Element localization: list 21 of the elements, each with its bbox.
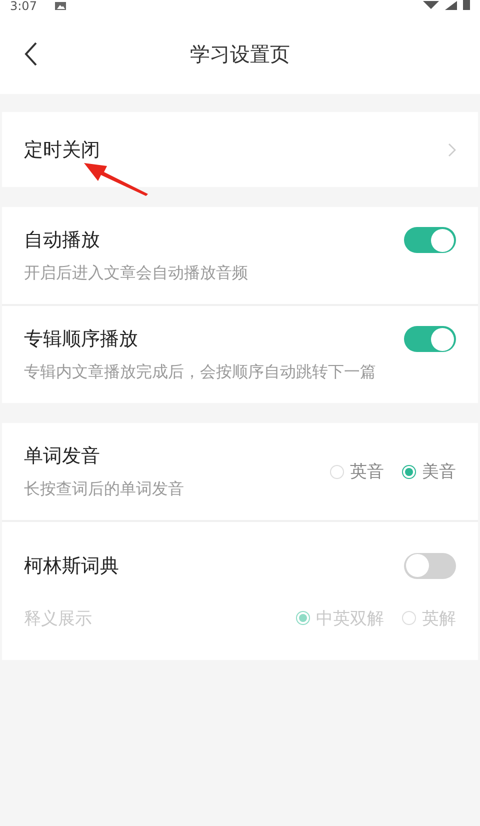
setting-description: 开启后进入文章会自动播放音频 xyxy=(24,263,249,284)
back-icon[interactable] xyxy=(24,42,38,66)
setting-description: 长按查词后的单词发音 xyxy=(24,479,184,500)
setting-description: 专辑内文章播放完成后，会按顺序自动跳转下一篇 xyxy=(24,362,377,383)
radio-option[interactable]: 英音 xyxy=(330,460,384,483)
radio-option[interactable]: 美音 xyxy=(402,460,456,483)
setting-title: 专辑顺序播放 xyxy=(24,327,138,352)
setting-title: 柯林斯词典 xyxy=(24,554,119,578)
status-time: 3:07 xyxy=(10,0,37,12)
arrow-annotation-icon xyxy=(84,162,150,196)
setting-title: 单词发音 xyxy=(24,444,101,469)
chevron-right-icon xyxy=(448,142,456,156)
battery-icon xyxy=(463,0,470,10)
signal-icon xyxy=(445,0,457,10)
setting-title: 定时关闭 xyxy=(24,138,100,162)
page-title: 学习设置页 xyxy=(190,40,290,68)
setting-title: 自动播放 xyxy=(24,228,100,253)
radio-button[interactable] xyxy=(402,464,416,478)
toggle-switch[interactable] xyxy=(404,227,456,253)
toggle-switch[interactable] xyxy=(404,552,456,578)
toggle-switch[interactable] xyxy=(404,326,456,352)
